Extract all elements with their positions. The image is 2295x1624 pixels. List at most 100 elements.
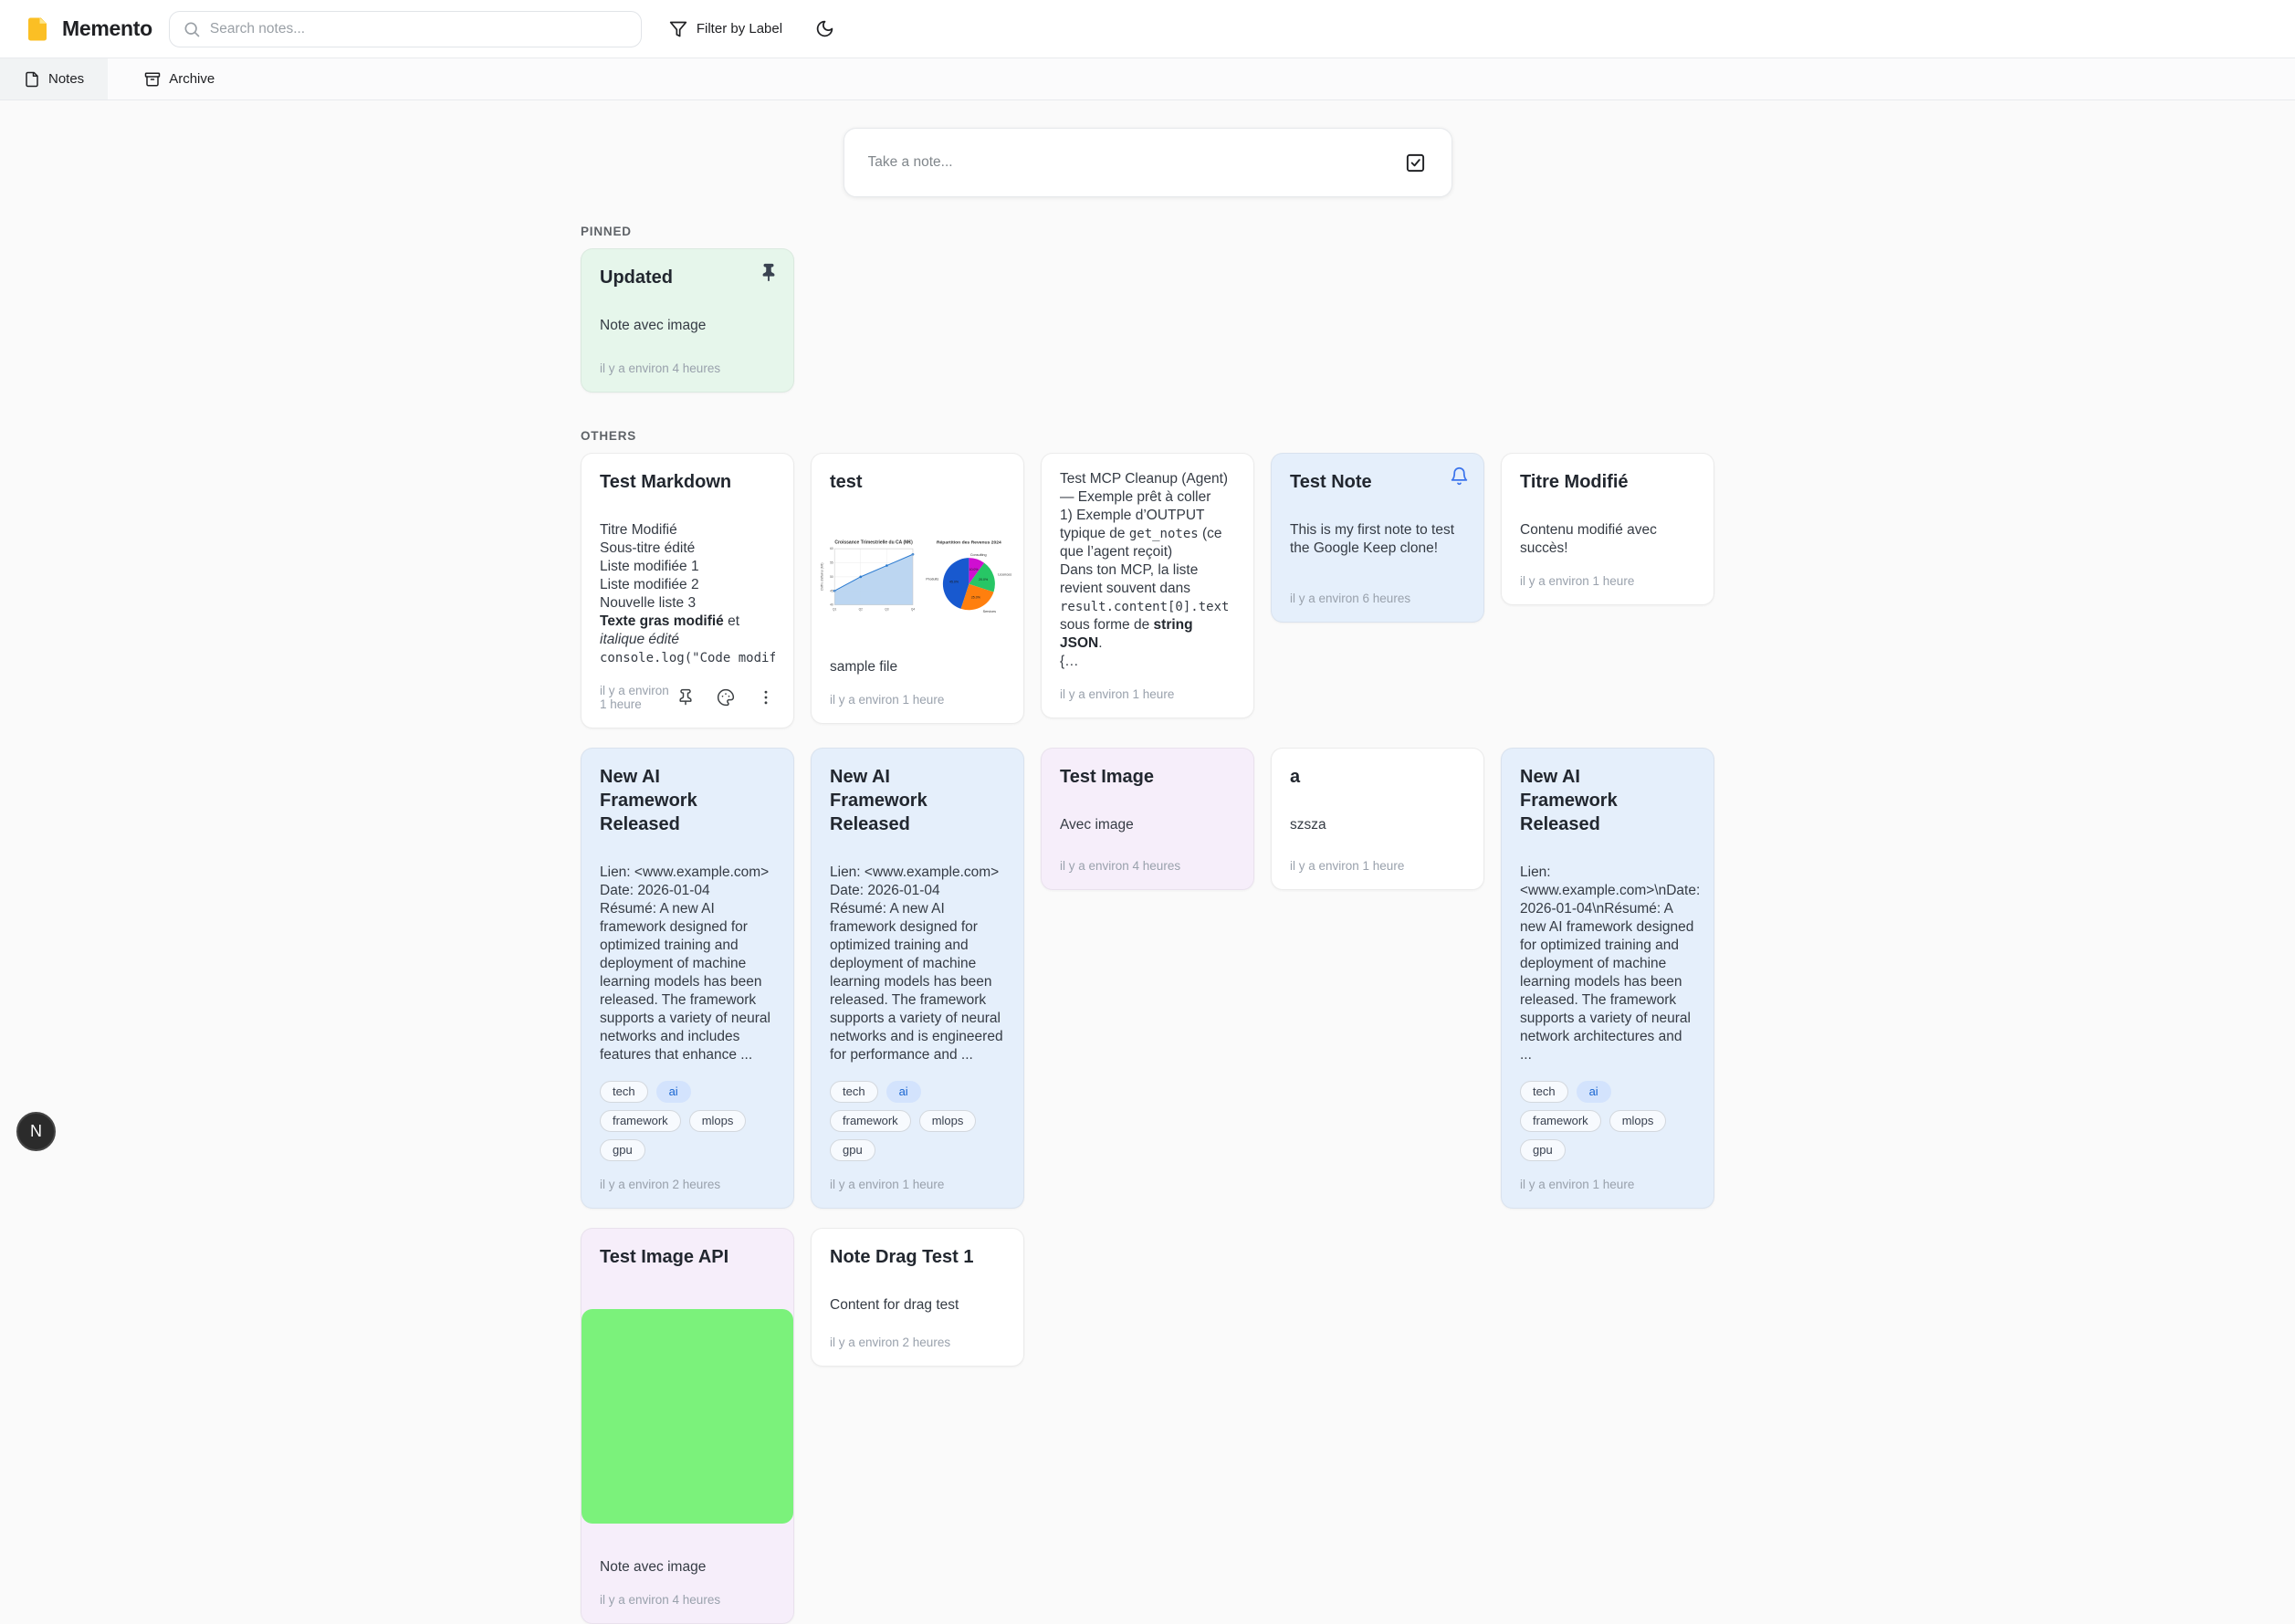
note-content: szsza [1290, 816, 1465, 834]
line-chart-thumbnail: Croissance Trimestrielle du CA (M€)40455… [819, 534, 917, 623]
note-title: New AI Framework Released [830, 765, 1005, 836]
note-content: Test MCP Cleanup (Agent) — Exemple prêt … [1060, 470, 1235, 671]
note-timestamp: il y a environ 1 heure [1520, 1178, 1634, 1191]
tag-pill[interactable]: ai [1577, 1081, 1611, 1103]
content-line: Test MCP Cleanup (Agent) — Exemple prêt … [1060, 470, 1235, 507]
note-tags: tech ai framework mlops gpu [1520, 1081, 1695, 1161]
note-content: Lien: <www.example.com>\nDate: 2026-01-0… [1520, 864, 1695, 1064]
tag-pill[interactable]: framework [830, 1110, 911, 1132]
content-line: Lien: <www.example.com>\nDate: 2026-01-0… [1520, 864, 1695, 1064]
content-line: Résumé: A new AI framework designed for … [600, 900, 775, 1064]
dev-indicator-avatar[interactable]: N [16, 1112, 56, 1151]
pin-note-button[interactable] [676, 688, 695, 707]
tag-pill[interactable]: gpu [600, 1139, 645, 1161]
note-card-test-image[interactable]: Test Image Avec image il y a environ 4 h… [1041, 748, 1254, 890]
svg-text:Croissance Trimestrielle du CA: Croissance Trimestrielle du CA (M€) [834, 540, 913, 545]
filter-by-label-button[interactable]: Filter by Label [658, 11, 793, 47]
note-composer[interactable] [844, 128, 1452, 197]
content-line: Dans ton MCP, la liste revient souvent d… [1060, 561, 1235, 653]
note-timestamp: il y a environ 1 heure [600, 684, 675, 711]
note-timestamp: il y a environ 1 heure [1290, 859, 1404, 873]
svg-text:Q4: Q4 [911, 607, 915, 611]
svg-text:Répartition des Revenus 2024: Répartition des Revenus 2024 [937, 540, 1001, 545]
svg-text:Services: Services [983, 610, 997, 613]
content-line: Lien: <www.example.com> [830, 864, 1005, 882]
note-content: sample file [830, 658, 1005, 676]
content-line: Lien: <www.example.com> [600, 864, 775, 882]
note-card-titre-modifie[interactable]: Titre Modifié Contenu modifié avec succè… [1501, 453, 1714, 605]
note-content: Contenu modifié avec succès! [1520, 521, 1695, 558]
note-content: Content for drag test [830, 1296, 1005, 1315]
note-title: New AI Framework Released [1520, 765, 1695, 836]
content-line: Résumé: A new AI framework designed for … [830, 900, 1005, 1064]
tag-pill[interactable]: mlops [1609, 1110, 1667, 1132]
svg-text:60: 60 [830, 547, 833, 550]
note-timestamp: il y a environ 4 heures [600, 1593, 720, 1607]
note-card-test-note[interactable]: Test Note This is my first note to test … [1271, 453, 1484, 623]
tag-pill[interactable]: tech [1520, 1081, 1568, 1103]
content-line: Date: 2026-01-04 [600, 882, 775, 900]
note-timestamp: il y a environ 1 heure [830, 693, 944, 707]
more-options-button[interactable] [757, 688, 775, 707]
new-checklist-button[interactable] [1399, 147, 1431, 179]
svg-text:Licences: Licences [999, 573, 1012, 577]
note-card-ai-framework-2[interactable]: New AI Framework Released Lien: <www.exa… [811, 748, 1024, 1209]
note-title: test [830, 470, 1005, 494]
note-card-drag-test-1[interactable]: Note Drag Test 1 Content for drag test i… [811, 1228, 1024, 1367]
note-card-test[interactable]: test Croissance Trimestrielle du CA (M€)… [811, 453, 1024, 724]
svg-text:45: 45 [830, 589, 833, 592]
tag-pill[interactable]: framework [600, 1110, 681, 1132]
pin-filled-icon[interactable] [759, 262, 779, 282]
reminder-bell[interactable] [1450, 466, 1469, 486]
note-card-test-markdown[interactable]: Test Markdown Titre Modifié Sous-titre é… [581, 453, 794, 728]
tag-pill[interactable]: mlops [689, 1110, 747, 1132]
svg-text:Q2: Q2 [859, 607, 863, 611]
tag-pill[interactable]: ai [886, 1081, 921, 1103]
color-palette-button[interactable] [717, 688, 735, 707]
note-timestamp: il y a environ 2 heures [830, 1336, 950, 1349]
note-card-updated[interactable]: Updated Note avec image il y a environ 4… [581, 248, 794, 393]
note-card-test-image-api[interactable]: Test Image API Note avec image il y a en… [581, 1228, 794, 1624]
filter-by-label-text: Filter by Label [697, 21, 782, 37]
tag-pill[interactable]: tech [600, 1081, 648, 1103]
note-content: Note avec image [600, 317, 775, 335]
note-card-ai-framework-3[interactable]: New AI Framework Released Lien: <www.exa… [1501, 748, 1714, 1209]
note-timestamp: il y a environ 4 heures [600, 361, 720, 375]
tag-pill[interactable]: ai [656, 1081, 691, 1103]
search-input[interactable] [210, 21, 628, 37]
search-box[interactable] [169, 11, 642, 47]
tag-pill[interactable]: gpu [1520, 1139, 1566, 1161]
tag-pill[interactable]: mlops [919, 1110, 977, 1132]
take-a-note-input[interactable] [844, 129, 1399, 196]
note-timestamp: il y a environ 4 heures [1060, 859, 1180, 873]
note-content: Avec image [1060, 816, 1235, 834]
dark-mode-toggle[interactable] [806, 10, 844, 47]
note-title: Test Markdown [600, 470, 775, 494]
svg-text:25.0%: 25.0% [971, 596, 981, 600]
note-timestamp: il y a environ 6 heures [1290, 592, 1410, 605]
svg-text:Q1: Q1 [833, 607, 836, 611]
tag-pill[interactable]: tech [830, 1081, 878, 1103]
note-title: Titre Modifié [1520, 470, 1695, 494]
note-card-ai-framework-1[interactable]: New AI Framework Released Lien: <www.exa… [581, 748, 794, 1209]
note-title: Note Drag Test 1 [830, 1245, 1005, 1269]
svg-text:Produits: Produits [927, 578, 939, 581]
note-title: Test Image [1060, 765, 1235, 789]
others-section-label: OTHERS [581, 429, 1714, 443]
note-card-a[interactable]: a szsza il y a environ 1 heure [1271, 748, 1484, 890]
note-title: Test Image API [600, 1245, 775, 1269]
tab-notes-label: Notes [48, 71, 84, 87]
note-timestamp: il y a environ 2 heures [600, 1178, 720, 1191]
notes-grid: Test Markdown Titre Modifié Sous-titre é… [581, 453, 1714, 1624]
note-tags: tech ai framework mlops gpu [830, 1081, 1005, 1161]
tab-notes[interactable]: Notes [0, 58, 108, 100]
checkbox-icon [1405, 152, 1426, 173]
pie-chart-thumbnail: Répartition des Revenus 202410.0%Consult… [922, 534, 1016, 623]
note-card-test-mcp-cleanup[interactable]: Test MCP Cleanup (Agent) — Exemple prêt … [1041, 453, 1254, 718]
svg-text:Q3: Q3 [885, 607, 888, 611]
tab-archive[interactable]: Archive [121, 58, 238, 100]
tag-pill[interactable]: gpu [830, 1139, 875, 1161]
note-tags: tech ai framework mlops gpu [600, 1081, 775, 1161]
moon-icon [815, 19, 834, 38]
tag-pill[interactable]: framework [1520, 1110, 1601, 1132]
